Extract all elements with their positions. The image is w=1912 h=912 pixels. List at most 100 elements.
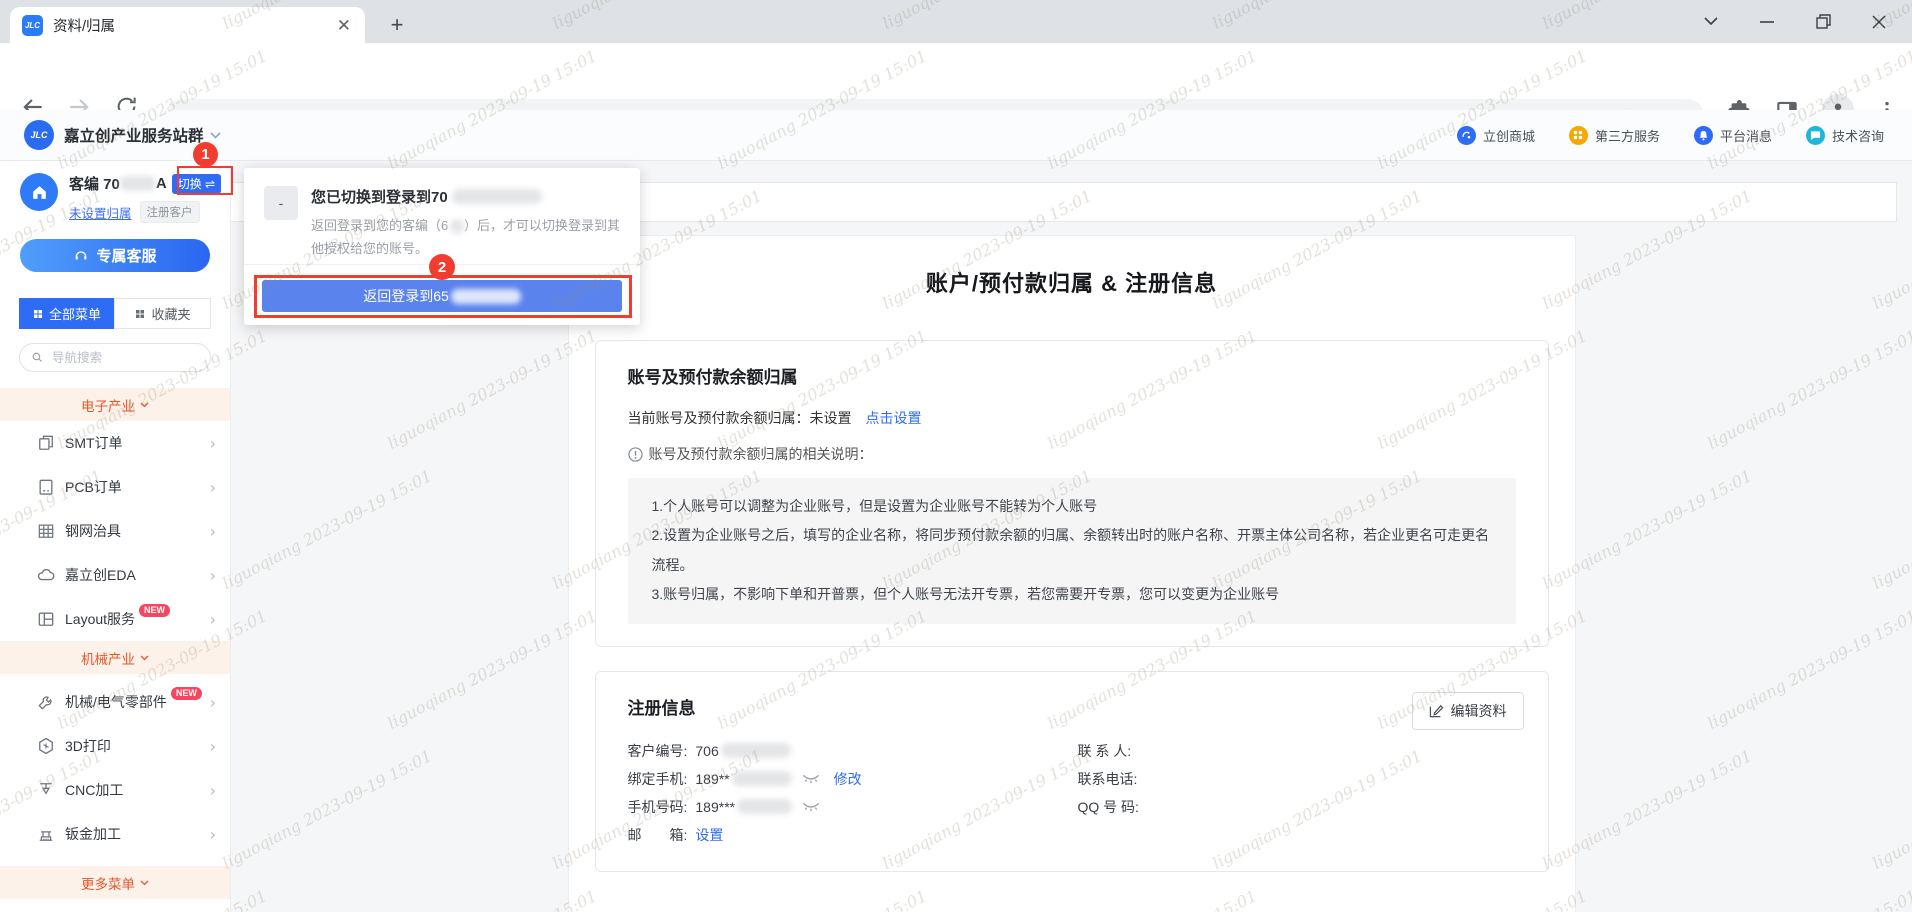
sidebar-item-jlc-eda[interactable]: 嘉立创EDA ›	[0, 553, 230, 597]
section-electronic[interactable]: 电子产业	[0, 388, 230, 421]
chevron-right-icon: ›	[210, 737, 216, 756]
chevron-down-icon	[140, 402, 149, 408]
nav-search-box[interactable]	[19, 343, 211, 372]
new-badge: NEW	[139, 604, 170, 617]
masked-value	[737, 799, 792, 814]
smt-orders-icon	[36, 433, 56, 453]
sidebar-item-label: 3D打印	[65, 736, 111, 756]
brand-logo-icon: JLC	[24, 120, 54, 150]
window-restore-button[interactable]	[1810, 9, 1836, 35]
sidebar-item-smt-orders[interactable]: SMT订单 ›	[0, 421, 230, 465]
window-close-button[interactable]	[1866, 9, 1892, 35]
eye-closed-icon[interactable]	[802, 801, 820, 812]
pcb-orders-icon	[36, 477, 56, 497]
screen: JLC 资料/归属 ✕ + jlc.com/integrated/account	[0, 0, 1912, 912]
new-tab-button[interactable]: +	[382, 10, 412, 40]
annotation-step-2: 2	[429, 254, 455, 280]
set-email-link[interactable]: 设置	[695, 825, 723, 845]
tab-favorites-label: 收藏夹	[151, 304, 190, 323]
dedicated-service-button[interactable]: 专属客服	[20, 239, 210, 272]
ownership-link[interactable]: 未设置归属	[69, 203, 132, 222]
annotation-step-1: 1	[193, 142, 218, 167]
layout-icon	[36, 609, 56, 629]
site-favicon: JLC	[22, 15, 43, 36]
section-more-menu[interactable]: 更多菜单	[0, 866, 230, 899]
popup-avatar: -	[264, 186, 298, 220]
section-more-label: 更多菜单	[81, 873, 135, 893]
field-customer-code: 客户编号: 706	[628, 737, 1078, 765]
section-mechanical[interactable]: 机械产业	[0, 641, 230, 674]
3d-print-icon	[36, 736, 56, 756]
ownership-note-title: 账号及预付款余额归属的相关说明：	[649, 444, 873, 464]
grid-icon	[32, 308, 44, 320]
nav-support-label: 技术咨询	[1832, 126, 1884, 145]
field-phone-number: 手机号码: 189***	[628, 793, 1078, 821]
popup-title-text: 您已切换到登录到70	[311, 186, 448, 207]
popup-body-text: 返回登录到您的客编（6	[311, 215, 448, 238]
new-badge: NEW	[171, 687, 202, 700]
sidebar-item-3d-print[interactable]: 3D打印 ›	[0, 724, 230, 768]
edit-profile-button[interactable]: 编辑资料	[1412, 692, 1524, 730]
nav-search-input[interactable]	[50, 350, 194, 366]
edit-icon	[1429, 703, 1444, 718]
tab-title: 资料/归属	[53, 15, 335, 36]
field-bind-phone: 绑定手机: 189** 修改	[628, 765, 1078, 793]
sidebar-item-label: 钣金加工	[65, 824, 121, 844]
sidebar: 客编 70A 切换 ⇌ 未设置归属 注册客户 专属客服 全部菜单	[0, 161, 231, 912]
field-email: 邮 箱: 设置	[628, 821, 1078, 849]
nav-messages-label: 平台消息	[1720, 126, 1772, 145]
sidebar-item-mechanical-parts[interactable]: 机械/电气零部件 NEW ›	[0, 680, 230, 724]
popup-body-text: 他授权给您的账号。	[311, 238, 620, 261]
ownership-note-1: 1.个人账号可以调整为企业账号，但是设置为企业账号不能转为个人账号	[652, 492, 1492, 521]
field-contact-person: 联 系 人:	[1078, 737, 1516, 765]
customer-code-value: 706	[695, 743, 718, 759]
browser-tab[interactable]: JLC 资料/归属 ✕	[10, 7, 365, 43]
browser-toolbar: jlc.com/integrated/accountInfo/userAccou…	[0, 43, 1912, 110]
nav-mall[interactable]: 立创商城	[1457, 126, 1535, 145]
sidebar-item-sheet-metal[interactable]: 钣金加工 ›	[0, 812, 230, 856]
chevron-right-icon: ›	[210, 522, 216, 541]
tab-search-icon[interactable]	[1698, 9, 1724, 35]
sidebar-item-label: SMT订单	[65, 433, 123, 453]
brand-caret-icon	[210, 132, 221, 139]
page-title: 账户/预付款归属 & 注册信息	[595, 266, 1549, 298]
sidebar-item-cnc[interactable]: CNC加工 ›	[0, 768, 230, 812]
annotation-box-return	[254, 275, 632, 318]
sidebar-item-label: CNC加工	[65, 780, 123, 800]
user-avatar	[20, 173, 58, 211]
dedicated-service-label: 专属客服	[96, 245, 156, 266]
masked-value	[732, 771, 792, 786]
headset-icon	[73, 248, 89, 264]
eye-closed-icon[interactable]	[802, 773, 820, 784]
chevron-right-icon: ›	[210, 610, 216, 629]
modify-phone-link[interactable]: 修改	[834, 769, 862, 789]
eda-cloud-icon	[36, 565, 56, 585]
chat-icon	[1806, 126, 1825, 145]
tab-all-menu[interactable]: 全部菜单	[19, 298, 114, 329]
popup-body-text: ）后，才可以切换登录到其	[464, 215, 620, 238]
chevron-down-icon	[140, 655, 149, 661]
chevron-right-icon: ›	[210, 566, 216, 585]
tab-close-icon[interactable]: ✕	[335, 15, 353, 36]
bind-phone-value: 189**	[695, 771, 729, 787]
sidebar-item-pcb-orders[interactable]: PCB订单 ›	[0, 465, 230, 509]
masked-customer-code	[120, 176, 156, 191]
third-party-icon	[1569, 126, 1588, 145]
nav-third-party-label: 第三方服务	[1595, 126, 1660, 145]
window-minimize-button[interactable]	[1754, 9, 1780, 35]
field-contact-tel: 联系电话:	[1078, 765, 1516, 793]
ownership-note-2: 2.设置为企业账号之后，填写的企业名称，将同步预付款余额的归属、余额转出时的账户…	[652, 521, 1492, 580]
sidebar-item-stencil[interactable]: 钢网治具 ›	[0, 509, 230, 553]
sidebar-item-layout-service[interactable]: Layout服务 NEW ›	[0, 597, 230, 641]
nav-support[interactable]: 技术咨询	[1806, 126, 1884, 145]
set-ownership-link[interactable]: 点击设置	[866, 408, 922, 428]
nav-third-party[interactable]: 第三方服务	[1569, 126, 1660, 145]
section-mechanical-label: 机械产业	[81, 648, 135, 668]
tab-favorites[interactable]: 收藏夹	[114, 298, 211, 329]
bell-icon	[1694, 126, 1713, 145]
brand[interactable]: JLC 嘉立创产业服务站群	[24, 120, 221, 150]
nav-mall-label: 立创商城	[1483, 126, 1535, 145]
nav-messages[interactable]: 平台消息	[1694, 126, 1772, 145]
site-header: JLC 嘉立创产业服务站群 立创商城 第三方服务 平台消息	[0, 110, 1912, 161]
sidebar-item-label: 机械/电气零部件	[65, 692, 167, 712]
